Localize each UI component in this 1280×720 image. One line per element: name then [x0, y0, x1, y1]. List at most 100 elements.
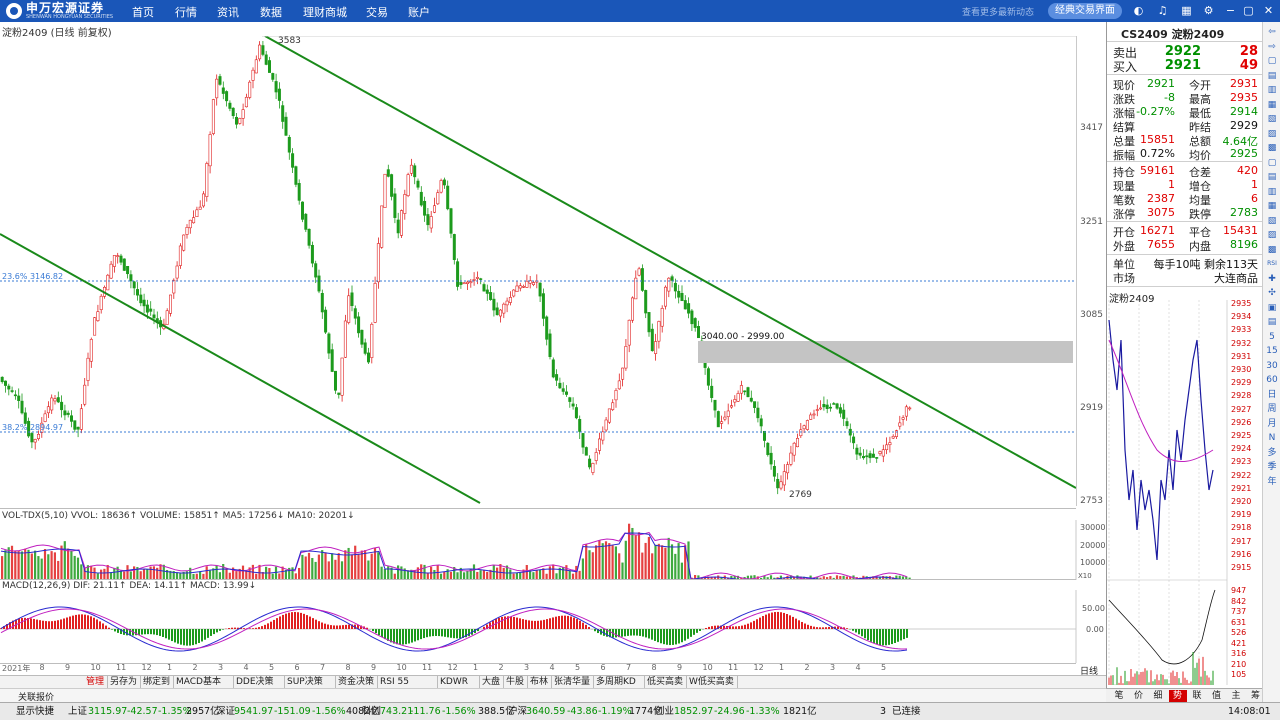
toolbar-button[interactable]: 60: [1266, 374, 1278, 386]
toolbar-button[interactable]: ▨: [1266, 128, 1278, 140]
theme-icon[interactable]: ◐: [1132, 4, 1145, 17]
toolbar-button[interactable]: 多: [1266, 447, 1278, 459]
indicator-tab[interactable]: 绑定到: [141, 676, 174, 688]
indicator-tab[interactable]: RSI 55: [378, 676, 438, 688]
nav-account[interactable]: 账户: [408, 4, 430, 20]
toolbar-button[interactable]: ⇦: [1266, 26, 1278, 38]
toolbar-button[interactable]: 季: [1266, 461, 1278, 473]
toolbar-button[interactable]: 日: [1266, 389, 1278, 401]
indicator-tab[interactable]: W低买高卖: [687, 676, 738, 688]
panel-tab[interactable]: 笔: [1110, 690, 1128, 702]
candle: [766, 442, 770, 457]
panel-tab[interactable]: 值: [1208, 690, 1226, 702]
nav-wealth-mall[interactable]: 理财商城: [303, 4, 347, 20]
candle: [720, 415, 724, 429]
indicator-tab[interactable]: 低买高卖: [645, 676, 687, 688]
close-icon[interactable]: ✕: [1262, 4, 1275, 17]
news-hint[interactable]: 查看更多最新动态: [962, 5, 1034, 18]
candle-body: [182, 234, 186, 251]
candle: [667, 277, 671, 298]
nav-home[interactable]: 首页: [132, 4, 154, 20]
candle-body: [571, 403, 575, 407]
toolbar-button[interactable]: 月: [1266, 418, 1278, 430]
toolbar-button[interactable]: ✣: [1266, 287, 1278, 299]
indicator-tab[interactable]: 多周期KD: [594, 676, 645, 688]
indicator-tab[interactable]: 牛股: [504, 676, 528, 688]
toolbar-button[interactable]: ▤: [1266, 70, 1278, 82]
indicator-tab[interactable]: 资金决策: [336, 676, 378, 688]
toolbar-button[interactable]: 30: [1266, 360, 1278, 372]
panel-tab[interactable]: 联: [1188, 690, 1206, 702]
volume-chart[interactable]: 30000 20000 10000 X10: [0, 520, 1106, 580]
candle: [696, 320, 700, 339]
toolbar-button[interactable]: 15: [1266, 345, 1278, 357]
maximize-icon[interactable]: ▢: [1242, 4, 1255, 17]
intraday-price-tick: 2931: [1231, 351, 1252, 361]
settings-icon[interactable]: ⚙: [1202, 4, 1215, 17]
toolbar-button[interactable]: 周: [1266, 403, 1278, 415]
toolbar-button[interactable]: ▧: [1266, 215, 1278, 227]
toolbar-button[interactable]: ▩: [1266, 142, 1278, 154]
indicator-tab[interactable]: 张清华量: [552, 676, 594, 688]
panel-tab[interactable]: 细: [1149, 690, 1167, 702]
toolbar-button[interactable]: RSI: [1266, 258, 1278, 270]
toolbar-button[interactable]: ▨: [1266, 229, 1278, 241]
candle-body: [340, 357, 344, 396]
price-zone-box[interactable]: [698, 341, 1073, 363]
candle-body: [449, 208, 453, 234]
indicator-tab[interactable]: SUP决策: [285, 676, 336, 688]
nav-news[interactable]: 资讯: [217, 4, 239, 20]
toolbar-button[interactable]: ▩: [1266, 244, 1278, 256]
candle: [314, 260, 318, 284]
candle: [654, 333, 658, 361]
candle: [779, 475, 783, 491]
toolbar-button[interactable]: ▦: [1266, 200, 1278, 212]
pane-divider[interactable]: [0, 508, 1076, 509]
toolbar-button[interactable]: ▤: [1266, 316, 1278, 328]
pane-divider[interactable]: [0, 579, 1076, 580]
classic-trade-button[interactable]: 经典交易界面: [1048, 3, 1122, 19]
indicator-tab[interactable]: DDE决策: [234, 676, 285, 688]
toolbar-button[interactable]: ▥: [1266, 84, 1278, 96]
kline-chart[interactable]: 3583 2769 23.6% 3146.82 38.2% 2894.97 30…: [0, 36, 1076, 506]
nav-quotes[interactable]: 行情: [175, 4, 197, 20]
minimize-icon[interactable]: −: [1224, 4, 1237, 17]
panel-tab[interactable]: 主: [1227, 690, 1245, 702]
toolbar-button[interactable]: ✚: [1266, 273, 1278, 285]
macd-chart[interactable]: 50.00 0.00: [0, 590, 1106, 663]
toolbar-button[interactable]: ▦: [1266, 99, 1278, 111]
indicator-tab[interactable]: MACD基本: [174, 676, 234, 688]
brand-logo[interactable]: 申万宏源证券 SHENWAN HONGYUAN SECURITIES: [6, 2, 113, 20]
toolbar-button[interactable]: ▢: [1266, 55, 1278, 67]
candle-body: [492, 298, 496, 311]
toolbar-button[interactable]: ⇨: [1266, 41, 1278, 53]
toolbar-button[interactable]: N: [1266, 432, 1278, 444]
candle-body: [498, 309, 502, 317]
candle-body: [20, 400, 24, 414]
candle-body: [172, 279, 176, 294]
candle-body: [423, 200, 427, 216]
nav-trade[interactable]: 交易: [366, 4, 388, 20]
indicator-tab[interactable]: 管理: [84, 676, 108, 688]
toolbar-button[interactable]: ▣: [1266, 302, 1278, 314]
indicator-tab[interactable]: 另存为: [108, 676, 141, 688]
upper-trend-line[interactable]: [264, 36, 1076, 489]
panel-tab[interactable]: 价: [1130, 690, 1148, 702]
toolbar-button[interactable]: ▤: [1266, 171, 1278, 183]
toolbar-button[interactable]: ▧: [1266, 113, 1278, 125]
indicator-tab[interactable]: KDWR: [438, 676, 480, 688]
panel-tab[interactable]: 势: [1168, 690, 1187, 702]
toolbar-button[interactable]: 5: [1266, 331, 1278, 343]
headset-icon[interactable]: ♫: [1156, 4, 1169, 17]
status-item[interactable]: 显示快捷: [16, 703, 54, 720]
volume-bar: [680, 562, 683, 580]
ask-volume: 28: [1239, 44, 1258, 59]
lower-trend-line[interactable]: [0, 233, 481, 504]
indicator-tab[interactable]: 布林: [528, 676, 552, 688]
toolbar-button[interactable]: ▥: [1266, 186, 1278, 198]
indicator-tab[interactable]: 大盘: [480, 676, 504, 688]
nav-data[interactable]: 数据: [260, 4, 282, 20]
toolbar-button[interactable]: 年: [1266, 476, 1278, 488]
toolbar-button[interactable]: ▢: [1266, 157, 1278, 169]
grid-icon[interactable]: ▦: [1180, 4, 1193, 17]
